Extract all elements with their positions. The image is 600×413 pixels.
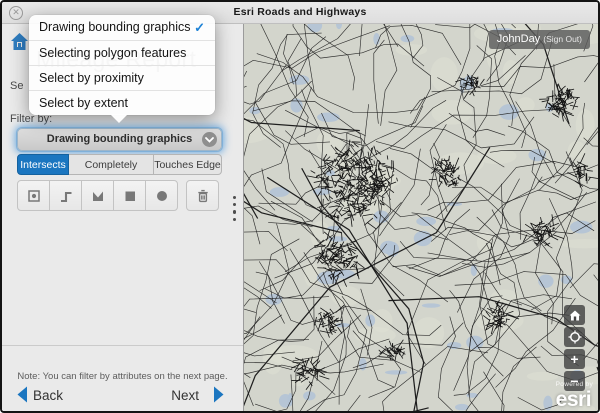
popup-callout-arrow — [110, 114, 128, 123]
map-view[interactable]: JohnDay (Sign Out) + − — [243, 24, 598, 411]
menu-item-select-by-proximity[interactable]: Select by proximity — [29, 65, 215, 90]
map-home-button[interactable] — [564, 305, 585, 325]
selection-method-dropdown[interactable]: Drawing bounding graphics — [17, 128, 222, 151]
tab-touches-edge[interactable]: Touches Edge — [154, 154, 222, 175]
tab-intersects[interactable]: Intersects — [17, 154, 69, 175]
back-chevron-icon[interactable] — [16, 386, 28, 408]
menu-item-drawing-bounding-graphics[interactable]: Drawing bounding graphics ✓ — [29, 15, 215, 40]
sign-out-link[interactable]: (Sign Out) — [543, 34, 582, 44]
point-icon — [26, 188, 42, 204]
map-controls: + − — [564, 305, 585, 393]
locate-button[interactable] — [564, 327, 585, 347]
esri-logo: Powered by esri — [556, 382, 593, 411]
user-name: JohnDay — [497, 33, 540, 45]
polygon-tool-button[interactable] — [81, 180, 114, 211]
basemap-roads — [244, 24, 598, 411]
select-routes-label: Se — [10, 80, 23, 92]
polyline-icon — [58, 188, 74, 204]
powered-by-label: Powered by — [556, 382, 593, 389]
zoom-in-button[interactable]: + — [564, 349, 585, 369]
home-icon[interactable] — [10, 32, 29, 57]
user-badge[interactable]: JohnDay (Sign Out) — [489, 30, 590, 49]
spatial-relation-tabs: Intersects Completely Within Touches Edg… — [17, 154, 222, 175]
map-home-icon — [569, 310, 581, 321]
draw-toolbar — [17, 180, 219, 211]
point-tool-button[interactable] — [17, 180, 50, 211]
locate-icon — [568, 330, 582, 344]
app-window: ✕ Esri Roads and Highways Mileage Report… — [0, 0, 600, 413]
menu-item-selecting-polygon-features[interactable]: Selecting polygon features — [29, 40, 215, 65]
esri-brand: esri — [556, 389, 593, 410]
footer-divider — [2, 345, 243, 346]
tab-completely-within[interactable]: Completely Within — [69, 154, 154, 175]
circle-tool-button[interactable] — [145, 180, 178, 211]
circle-icon — [154, 188, 170, 204]
rectangle-tool-button[interactable] — [113, 180, 146, 211]
chevron-down-icon — [202, 132, 217, 147]
panel-resize-handle[interactable] — [233, 196, 237, 225]
next-button[interactable]: Next — [171, 388, 199, 403]
clear-graphics-button[interactable] — [186, 180, 219, 211]
polyline-tool-button[interactable] — [49, 180, 82, 211]
polygon-icon — [90, 188, 106, 204]
next-chevron-icon[interactable] — [213, 386, 225, 408]
note-text: Note: You can filter by attributes on th… — [2, 371, 243, 382]
selection-method-value: Drawing bounding graphics — [47, 133, 192, 145]
menu-item-select-by-extent[interactable]: Select by extent — [29, 90, 215, 115]
back-button[interactable]: Back — [33, 388, 63, 403]
check-icon: ✓ — [194, 15, 205, 40]
rectangle-icon — [122, 188, 138, 204]
selection-method-menu: Drawing bounding graphics ✓ Selecting po… — [29, 15, 215, 115]
trash-icon — [195, 188, 211, 204]
